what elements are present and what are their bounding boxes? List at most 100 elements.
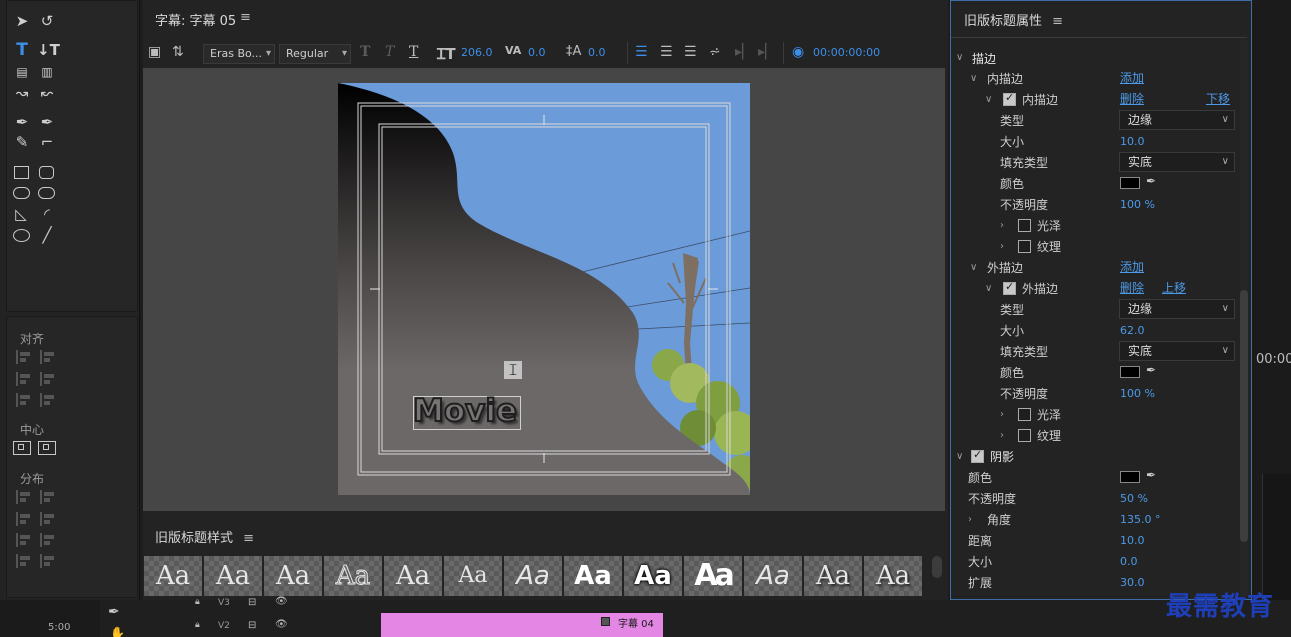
shadow-expand-icon[interactable]: ∨ [956,451,963,462]
outer-size-value[interactable]: 62.0 [1120,324,1145,337]
font-style-select[interactable]: Regular ▾ [279,44,351,64]
shadow-distance-value[interactable]: 10.0 [1120,534,1145,547]
inner-add-link[interactable]: 添加 [1120,69,1144,86]
distribute-left-icon[interactable] [16,490,32,504]
tab-right-icon[interactable]: ▸▏ [758,44,776,60]
inner-type-select[interactable]: 边缘 ∨ [1119,110,1235,130]
align-middle-icon[interactable] [40,372,56,386]
rectangle-tool-icon[interactable] [14,166,29,179]
inner-color-swatch[interactable] [1120,177,1140,189]
outer-stroke-checkbox[interactable] [1003,280,1016,295]
vertical-area-type-tool-icon[interactable]: ▥ [37,63,57,81]
italic-icon[interactable]: T [385,44,394,60]
distribute-middle-icon[interactable] [40,533,56,547]
outer-delete-link[interactable]: 删除 [1120,279,1144,296]
v2-eye-icon[interactable]: 👁︎ [275,619,288,630]
inner-sheen-checkbox[interactable] [1018,219,1031,232]
distribute-right-icon[interactable] [16,512,32,526]
align-left-icon[interactable] [16,350,32,364]
area-type-tool-icon[interactable]: ▤ [12,63,32,81]
inner-stroke-expand-icon[interactable]: ∨ [985,94,992,105]
center-horizontal-icon[interactable] [13,441,31,455]
align-bottom-icon[interactable] [40,393,56,407]
rounded-rectangle-tool-icon[interactable] [39,166,54,179]
vertical-path-type-tool-icon[interactable]: ↜ [37,84,57,102]
inner-fill-type-select[interactable]: 实底 ∨ [1119,152,1235,172]
timecode-value[interactable]: 00:00:00:00 [813,46,880,59]
title-canvas[interactable]: Movie 𝙸 [338,83,750,495]
outer-fill-type-select[interactable]: 实底 ∨ [1119,341,1235,361]
inner-move-down-link[interactable]: 下移 [1206,90,1230,107]
underline-icon[interactable]: T [409,44,418,60]
rounded-corner-tool-icon[interactable] [38,187,55,199]
outer-add-link[interactable]: 添加 [1120,258,1144,275]
delete-anchor-tool-icon[interactable]: ✒ [37,113,57,131]
style-swatch[interactable]: Aa [864,556,922,596]
vertical-type-tool-icon[interactable]: ↓T [37,41,60,59]
inner-sheen-expand-icon[interactable]: › [1000,220,1004,231]
outer-texture-checkbox[interactable] [1018,429,1031,442]
inner-texture-checkbox[interactable] [1018,240,1031,253]
outer-color-swatch[interactable] [1120,366,1140,378]
shadow-spread-value[interactable]: 30.0 [1120,576,1145,589]
style-swatch[interactable]: Aa [564,556,622,596]
style-swatch[interactable]: Aa [384,556,442,596]
outer-type-select[interactable]: 边缘 ∨ [1119,299,1235,319]
distribute-even-icon[interactable] [40,512,56,526]
line-tool-icon[interactable]: ╱ [37,226,57,244]
inner-texture-expand-icon[interactable]: › [1000,241,1004,252]
inner-eyedropper-icon[interactable]: ✒ [1146,174,1156,188]
styles-tab[interactable]: 旧版标题样式 ≡ [155,527,254,546]
shadow-checkbox[interactable] [971,448,984,463]
outer-strokes-expand-icon[interactable]: ∨ [970,262,977,273]
ellipse-tool-icon[interactable] [13,229,30,242]
roll-crawl-icon[interactable]: ▣ [148,44,161,60]
font-size-value[interactable]: 206.0 [461,46,493,59]
props-scrollbar-thumb[interactable] [1240,290,1248,542]
movie-title-text[interactable]: Movie [412,392,518,430]
style-swatch[interactable]: Aa [684,556,742,596]
title-tab[interactable]: 字幕: 字幕 05 [155,10,236,29]
style-swatch[interactable]: Aa [264,556,322,596]
v2-lock-icon[interactable]: 🔒︎ [195,620,200,630]
timeline-pen-icon[interactable]: ✒ [108,604,120,620]
inner-stroke-checkbox[interactable] [1003,91,1016,106]
title-panel-menu-icon[interactable]: ≡ [240,10,251,25]
v3-lock-icon[interactable]: 🔒︎ [195,597,200,607]
style-swatch[interactable]: Aa [504,556,562,596]
rotate-tool-icon[interactable]: ↺ [37,12,57,30]
tab-stops-text-icon[interactable]: ⩫ [709,44,721,60]
align-center-icon[interactable] [40,350,56,364]
styles-scrollbar[interactable] [932,556,942,578]
type-tool-icon[interactable]: T [12,41,32,59]
style-swatch[interactable]: Aa [144,556,202,596]
style-swatch[interactable]: Aa [444,556,502,596]
outer-texture-expand-icon[interactable]: › [1000,430,1004,441]
shadow-angle-value[interactable]: 135.0 ° [1120,513,1161,526]
shadow-size-value[interactable]: 0.0 [1120,555,1138,568]
align-right-text-icon[interactable]: ☰ [684,44,697,60]
outer-sheen-checkbox[interactable] [1018,408,1031,421]
timeline-hand-icon[interactable]: ✋ [110,626,125,637]
v3-sync-icon[interactable]: ⊟ [248,597,256,608]
pen-tool-icon[interactable]: ✒ [12,113,32,131]
show-background-video-icon[interactable]: ◉ [792,44,804,60]
kerning-value[interactable]: 0.0 [528,46,546,59]
title-clip[interactable]: 字幕 04 [381,613,663,637]
shadow-opacity-value[interactable]: 50 % [1120,492,1148,505]
v2-sync-icon[interactable]: ⊟ [248,620,256,631]
style-swatch[interactable]: Aa [624,556,682,596]
convert-anchor-tool-icon[interactable]: ⌐ [37,133,57,151]
align-top-icon[interactable] [16,372,32,386]
distribute-center-icon[interactable] [40,490,56,504]
leading-value[interactable]: 0.0 [588,46,606,59]
outer-move-up-link[interactable]: 上移 [1162,279,1186,296]
styles-menu-icon[interactable]: ≡ [243,531,254,546]
tab-stops-icon[interactable]: ⇅ [172,44,184,60]
outer-sheen-expand-icon[interactable]: › [1000,409,1004,420]
path-type-tool-icon[interactable]: ↝ [12,84,32,102]
center-vertical-icon[interactable] [38,441,56,455]
distribute-bottom-icon[interactable] [16,554,32,568]
tab-left-icon[interactable]: ▸▏ [735,44,753,60]
properties-tab[interactable]: 旧版标题属性 ≡ [964,10,1063,29]
